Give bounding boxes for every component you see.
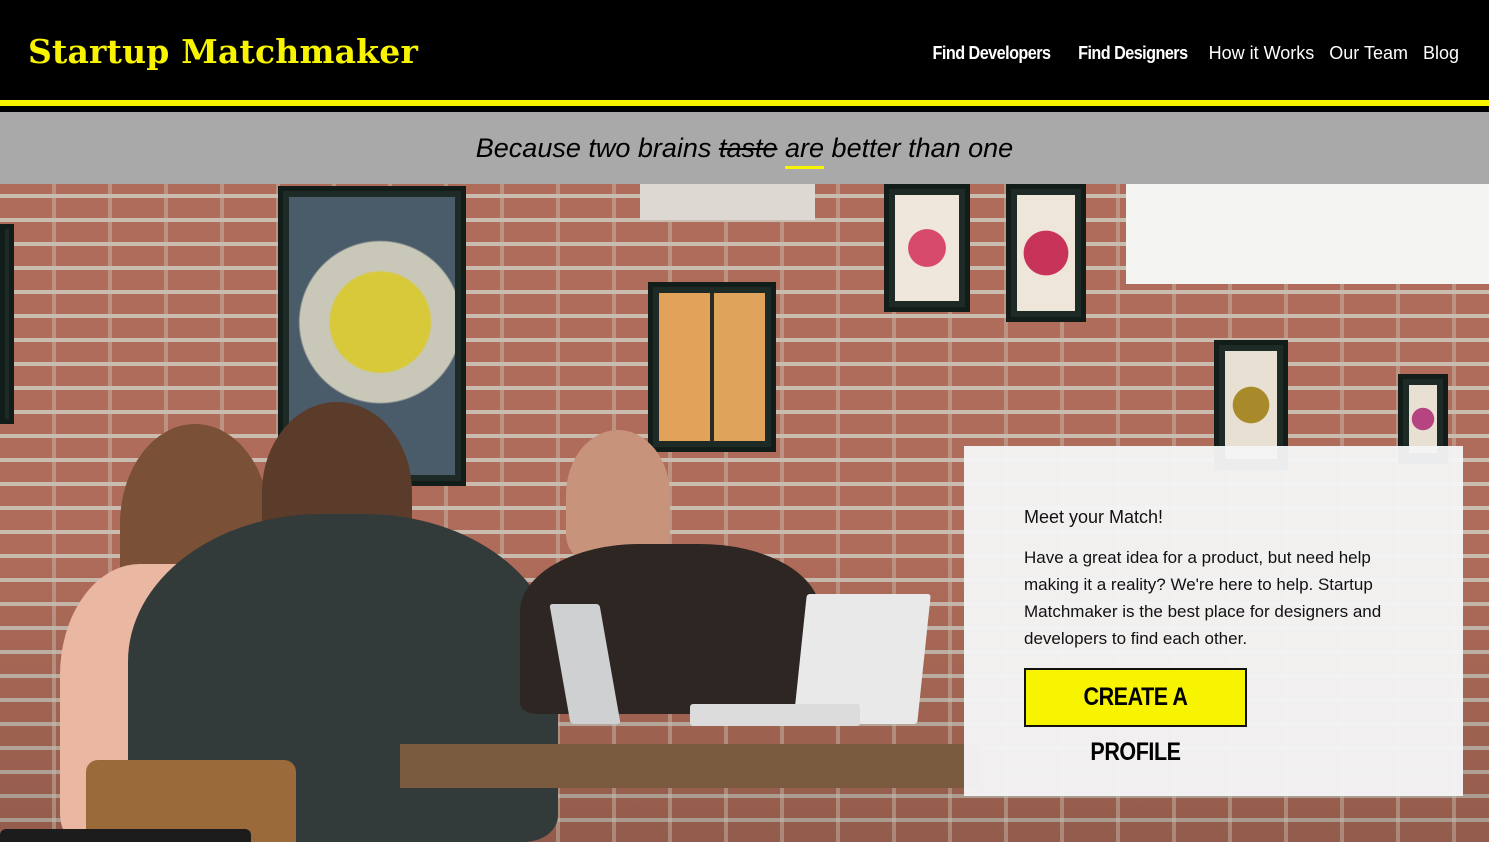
main-nav: Find Developers Find Designers How it Wo… <box>926 40 1459 66</box>
nav-find-developers[interactable]: Find Developers <box>932 40 1050 66</box>
card-title: Meet your Match! <box>1024 507 1164 527</box>
person-young-man-head <box>566 430 670 560</box>
meet-your-match-card: Meet your Match! Have a great idea for a… <box>964 446 1463 796</box>
tagline-start: Because two brains <box>475 133 712 163</box>
framed-art-flowers <box>884 184 970 312</box>
nav-find-designers[interactable]: Find Designers <box>1078 40 1188 66</box>
site-header: Startup Matchmaker Find Developers Find … <box>0 0 1489 106</box>
cafe-table <box>400 744 980 788</box>
framed-art-edge <box>0 224 14 424</box>
laptop-base <box>690 704 860 726</box>
bottom-edge-shadow <box>0 829 251 842</box>
tagline-band: Because two brains taste are better than… <box>0 112 1489 184</box>
tagline-struck-word: taste <box>718 133 778 163</box>
create-profile-button[interactable]: CREATE A PROFILE <box>1024 668 1247 766</box>
window-light-small <box>640 184 815 220</box>
brand-logo-link[interactable]: Startup Matchmaker <box>28 30 418 74</box>
tagline-highlight-word: are <box>785 130 825 169</box>
nav-how-it-works[interactable]: How it Works <box>1209 40 1315 66</box>
tagline: Because two brains taste are better than… <box>475 130 1014 169</box>
card-body: Have a great idea for a product, but nee… <box>1024 548 1382 648</box>
window-light <box>1126 184 1489 284</box>
framed-art-portraits <box>648 282 776 452</box>
framed-art-roses <box>1006 184 1086 322</box>
nav-blog[interactable]: Blog <box>1423 40 1459 66</box>
tagline-end: better than one <box>831 133 1014 163</box>
create-profile-label: CREATE A PROFILE <box>1083 683 1188 766</box>
nav-our-team[interactable]: Our Team <box>1329 40 1408 66</box>
